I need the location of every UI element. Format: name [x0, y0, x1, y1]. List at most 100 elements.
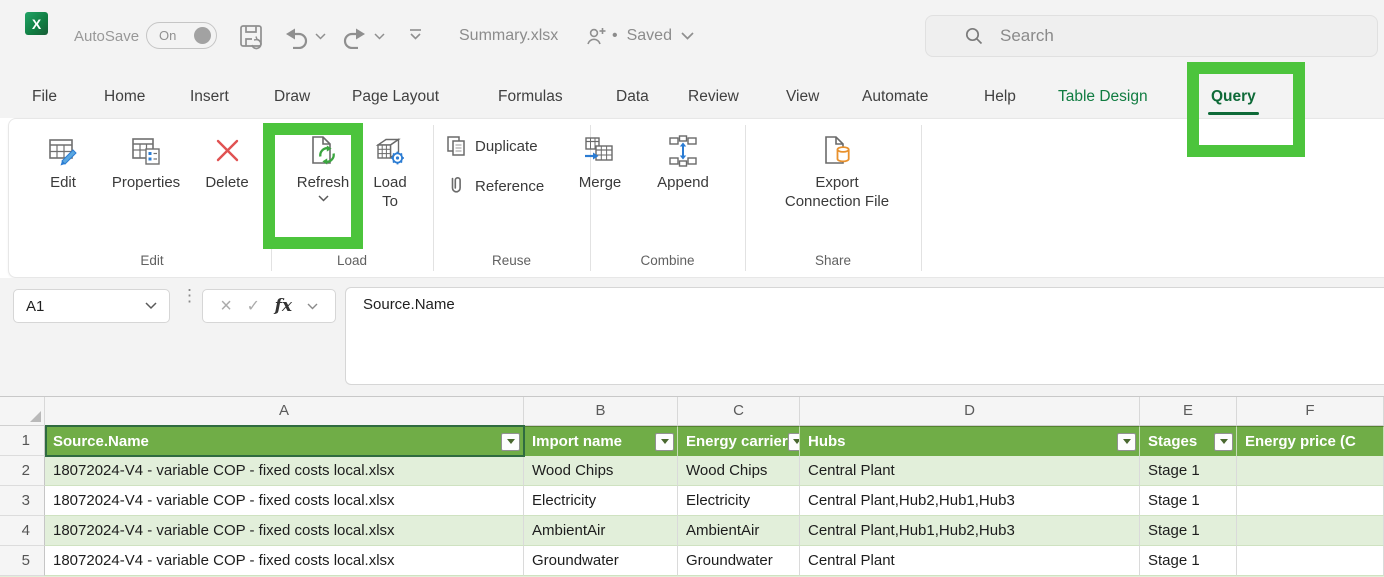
cell[interactable] — [1237, 546, 1384, 576]
undo-dropdown-icon[interactable] — [315, 33, 326, 40]
duplicate-button[interactable]: Duplicate — [445, 135, 538, 157]
table-header-cell[interactable]: Stages — [1140, 426, 1237, 456]
table-header-cell[interactable]: Import name — [524, 426, 678, 456]
cell[interactable] — [1237, 516, 1384, 546]
filter-button[interactable] — [1214, 433, 1233, 451]
table-header-cell[interactable]: Hubs — [800, 426, 1140, 456]
tab-formulas[interactable]: Formulas — [498, 88, 563, 106]
search-box[interactable] — [925, 15, 1378, 57]
undo-icon[interactable] — [283, 25, 309, 49]
tab-help[interactable]: Help — [984, 88, 1016, 106]
filter-button[interactable] — [788, 433, 800, 451]
name-box[interactable]: A1 — [13, 289, 170, 323]
row-header-1[interactable]: 1 — [0, 426, 45, 456]
tab-page-layout[interactable]: Page Layout — [352, 88, 439, 106]
cell[interactable]: Central Plant,Hub1,Hub2,Hub3 — [800, 516, 1140, 546]
tab-automate[interactable]: Automate — [862, 88, 928, 106]
redo-icon[interactable] — [342, 25, 368, 49]
button-label: Connection File — [755, 192, 919, 211]
cell[interactable]: Stage 1 — [1140, 456, 1237, 486]
cell[interactable]: Electricity — [678, 486, 800, 516]
cell[interactable]: Wood Chips — [678, 456, 800, 486]
select-all-triangle-icon — [30, 411, 41, 422]
tab-data[interactable]: Data — [616, 88, 649, 106]
reference-button[interactable]: Reference — [445, 175, 544, 197]
tab-file[interactable]: File — [32, 88, 57, 106]
column-header-f[interactable]: F — [1237, 397, 1384, 426]
properties-button[interactable]: Properties — [93, 125, 199, 237]
excel-logo-icon[interactable]: X — [25, 12, 48, 35]
cell[interactable] — [1237, 456, 1384, 486]
document-title[interactable]: Summary.xlsx — [459, 27, 558, 45]
cell[interactable]: Central Plant,Hub2,Hub1,Hub3 — [800, 486, 1140, 516]
table-edit-icon — [33, 133, 93, 169]
name-box-dropdown-icon[interactable] — [145, 302, 157, 310]
spreadsheet-grid: A B C D E F 1 Source.Name Import name En… — [0, 396, 1384, 577]
tab-home[interactable]: Home — [104, 88, 145, 106]
column-header-b[interactable]: B — [524, 397, 678, 426]
row-header-5[interactable]: 5 — [0, 546, 45, 576]
edit-query-button[interactable]: Edit — [33, 125, 93, 237]
autosave-toggle[interactable]: On — [146, 22, 217, 49]
cell[interactable]: Stage 1 — [1140, 516, 1237, 546]
cell[interactable]: Central Plant — [800, 546, 1140, 576]
table-header-cell[interactable]: Source.Name — [45, 426, 524, 456]
row-header-2[interactable]: 2 — [0, 456, 45, 486]
cell[interactable]: 18072024-V4 - variable COP - fixed costs… — [45, 456, 524, 486]
formula-bar-drag-handle[interactable]: ⋮ — [181, 286, 198, 306]
share-person-icon[interactable] — [585, 25, 607, 47]
select-all-button[interactable] — [0, 397, 45, 426]
cell[interactable]: 18072024-V4 - variable COP - fixed costs… — [45, 516, 524, 546]
cell[interactable]: Groundwater — [678, 546, 800, 576]
status-text: Saved — [627, 27, 672, 45]
cell[interactable]: Wood Chips — [524, 456, 678, 486]
row-header-3[interactable]: 3 — [0, 486, 45, 516]
formula-input[interactable]: Source.Name — [345, 287, 1384, 385]
refresh-button[interactable]: Refresh — [281, 125, 365, 237]
cell[interactable]: AmbientAir — [524, 516, 678, 546]
column-header-a[interactable]: A — [45, 397, 524, 426]
delete-query-button[interactable]: Delete — [195, 125, 259, 237]
load-to-button[interactable]: Load To — [361, 125, 419, 237]
filter-button[interactable] — [1117, 433, 1136, 451]
cell[interactable]: AmbientAir — [678, 516, 800, 546]
cell[interactable]: Stage 1 — [1140, 486, 1237, 516]
filter-button[interactable] — [655, 433, 674, 451]
cell[interactable]: 18072024-V4 - variable COP - fixed costs… — [45, 486, 524, 516]
save-status[interactable]: • Saved — [612, 27, 694, 45]
column-header-d[interactable]: D — [800, 397, 1140, 426]
search-input[interactable] — [1000, 26, 1300, 46]
tab-query[interactable]: Query — [1211, 88, 1256, 106]
tab-table-design[interactable]: Table Design — [1058, 88, 1148, 106]
append-button[interactable]: Append — [639, 125, 727, 237]
redo-dropdown-icon[interactable] — [374, 33, 385, 40]
tab-insert[interactable]: Insert — [190, 88, 229, 106]
insert-function-icon[interactable]: fx — [275, 296, 292, 316]
export-connection-file-button[interactable]: Export Connection File — [755, 125, 919, 237]
tab-view[interactable]: View — [786, 88, 819, 106]
filter-button[interactable] — [501, 433, 520, 451]
cell[interactable]: Stage 1 — [1140, 546, 1237, 576]
header-label: Stages — [1148, 433, 1197, 450]
table-header-cell[interactable]: Energy carrier — [678, 426, 800, 456]
tab-draw[interactable]: Draw — [274, 88, 310, 106]
tab-review[interactable]: Review — [688, 88, 739, 106]
button-label: Duplicate — [475, 138, 538, 155]
cell[interactable]: 18072024-V4 - variable COP - fixed costs… — [45, 546, 524, 576]
merge-button[interactable]: Merge — [561, 125, 639, 237]
save-icon[interactable] — [239, 24, 265, 50]
table-header-cell[interactable]: Energy price (C — [1237, 426, 1384, 456]
row-header-4[interactable]: 4 — [0, 516, 45, 546]
cancel-icon[interactable]: × — [220, 295, 232, 318]
cell[interactable]: Groundwater — [524, 546, 678, 576]
refresh-dropdown-icon[interactable] — [318, 195, 329, 202]
cell[interactable] — [1237, 486, 1384, 516]
search-icon — [964, 26, 984, 46]
quick-access-toolbar-icon[interactable] — [408, 28, 423, 41]
fx-dropdown-icon[interactable] — [307, 303, 318, 310]
column-header-c[interactable]: C — [678, 397, 800, 426]
cell[interactable]: Central Plant — [800, 456, 1140, 486]
cell[interactable]: Electricity — [524, 486, 678, 516]
enter-icon[interactable]: ✓ — [247, 296, 260, 316]
column-header-e[interactable]: E — [1140, 397, 1237, 426]
